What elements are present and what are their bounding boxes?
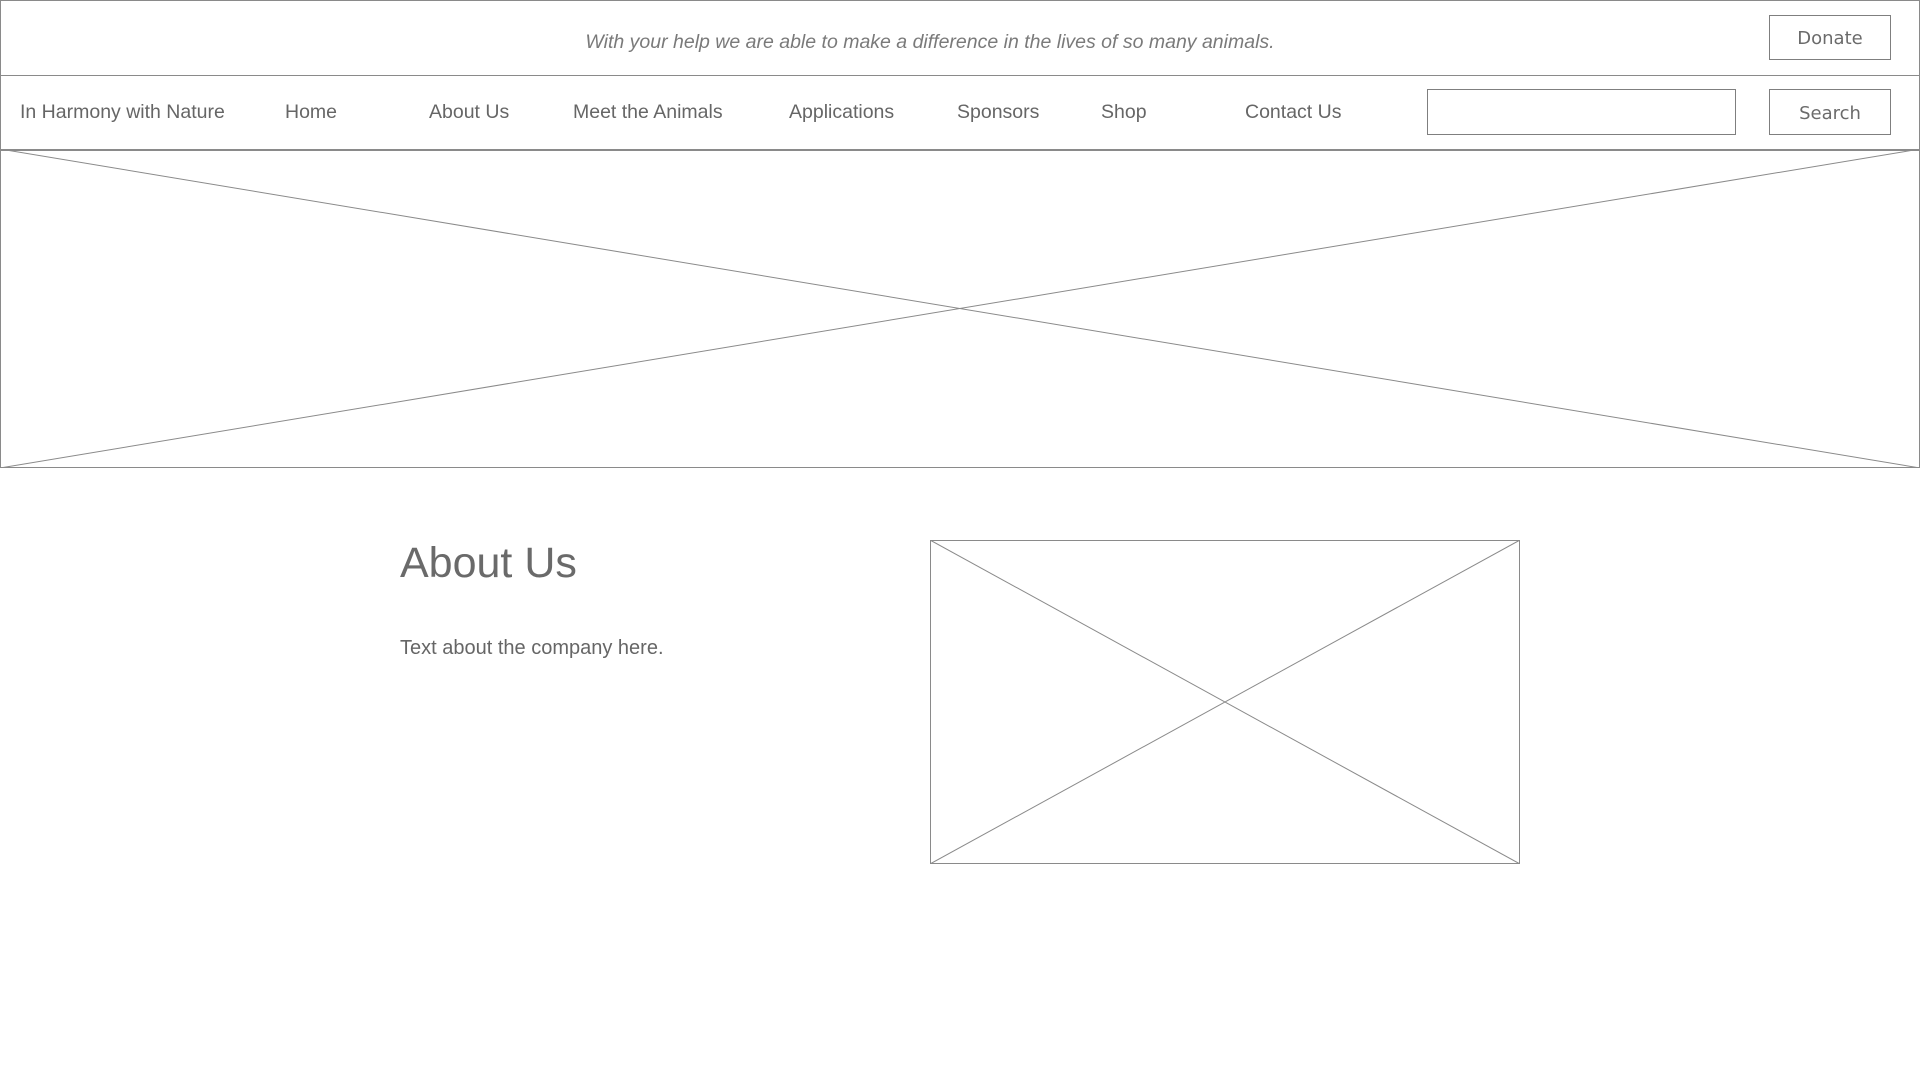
nav-item-shop[interactable]: Shop <box>1101 75 1147 151</box>
image-placeholder-icon <box>0 149 1920 468</box>
site-brand-link[interactable]: In Harmony with Nature <box>20 75 225 151</box>
about-heading: About Us <box>400 539 577 587</box>
hero-image-placeholder <box>0 149 1920 468</box>
nav-item-home[interactable]: Home <box>285 75 337 151</box>
tagline: With your help we are able to make a dif… <box>585 31 1275 53</box>
about-text: Text about the company here. <box>400 637 664 659</box>
nav-item-about-us[interactable]: About Us <box>429 75 509 151</box>
search-input[interactable] <box>1427 89 1736 135</box>
nav-item-contact-us[interactable]: Contact Us <box>1245 75 1341 151</box>
image-placeholder-icon <box>930 540 1520 864</box>
about-image-placeholder <box>930 540 1520 864</box>
nav-item-sponsors[interactable]: Sponsors <box>957 75 1039 151</box>
donate-button[interactable]: Donate <box>1769 15 1891 60</box>
nav-item-applications[interactable]: Applications <box>789 75 894 151</box>
nav-item-meet-the-animals[interactable]: Meet the Animals <box>573 75 723 151</box>
search-button[interactable]: Search <box>1769 89 1891 135</box>
